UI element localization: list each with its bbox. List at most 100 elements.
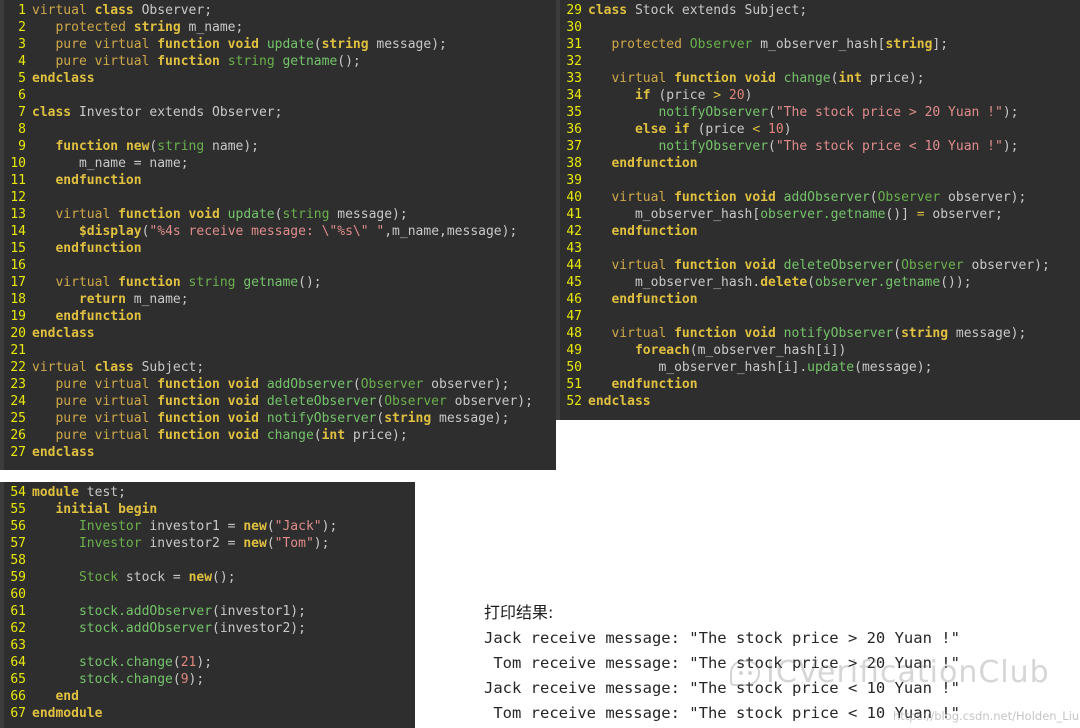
code-token: Observer bbox=[360, 377, 424, 392]
line-number: 23 bbox=[10, 377, 26, 392]
code-text: notifyObserver("The stock price > 20 Yua… bbox=[588, 104, 1080, 121]
code-line: 59 Stock stock = new(); bbox=[0, 569, 415, 586]
code-text: end bbox=[32, 688, 415, 705]
code-line: 31 protected Observer m_observer_hash[st… bbox=[556, 36, 1080, 53]
line-number: 5 bbox=[18, 71, 26, 86]
code-text: class Investor extends Observer; bbox=[32, 104, 556, 121]
code-token: endclass bbox=[32, 445, 95, 460]
code-line: 1 virtual class Observer; bbox=[0, 2, 556, 19]
output-title: 打印结果: bbox=[484, 603, 554, 622]
code-token: function void bbox=[674, 71, 776, 86]
line-number: 4 bbox=[18, 54, 26, 69]
code-token: deleteObserver bbox=[266, 394, 377, 409]
code-text: endfunction bbox=[32, 240, 556, 257]
line-number: 1 bbox=[18, 3, 26, 18]
code-token: notifyObserver bbox=[783, 326, 894, 341]
code-text: virtual function void change(int price); bbox=[588, 70, 1080, 87]
code-token: "The stock price > 20 Yuan !" bbox=[775, 105, 1003, 120]
line-number: 7 bbox=[18, 105, 26, 120]
code-text: endfunction bbox=[588, 155, 1080, 172]
code-line: 55 initial begin bbox=[0, 501, 415, 518]
code-line: 48 virtual function void notifyObserver(… bbox=[556, 325, 1080, 342]
line-number: 63 bbox=[10, 638, 26, 653]
code-token: price); bbox=[345, 428, 408, 443]
code-token: m_name; bbox=[125, 292, 189, 307]
code-line: 44 virtual function void deleteObserver(… bbox=[556, 257, 1080, 274]
code-token: function void bbox=[157, 377, 259, 392]
code-line: 40 virtual function void addObserver(Obs… bbox=[556, 189, 1080, 206]
code-token: end bbox=[55, 689, 79, 704]
code-token: observer); bbox=[940, 190, 1027, 205]
code-line: 63 bbox=[0, 637, 415, 654]
code-token: "Jack" bbox=[274, 519, 322, 534]
code-panel-observer[interactable]: 1 virtual class Observer; 2 protected stri… bbox=[0, 0, 556, 470]
code-line: 30 bbox=[556, 19, 1080, 36]
code-token: ( bbox=[352, 377, 361, 392]
code-panel-testbench[interactable]: 54 module test; 55 initial begin 56 Investo… bbox=[0, 482, 415, 728]
line-number: 58 bbox=[10, 553, 26, 568]
code-token: m_name; bbox=[180, 20, 244, 35]
code-token: Stock extends Subject; bbox=[627, 3, 808, 18]
code-token: string bbox=[227, 54, 275, 69]
code-token: protected bbox=[588, 37, 690, 52]
code-panel-stock[interactable]: 29 class Stock extends Subject; 30 31 prote… bbox=[556, 0, 1080, 420]
code-token: stock.addObserver bbox=[78, 604, 213, 619]
code-token: function bbox=[157, 54, 220, 69]
code-line: 51 endfunction bbox=[556, 376, 1080, 393]
line-number: 12 bbox=[10, 190, 26, 205]
code-text: virtual class Subject; bbox=[32, 359, 556, 376]
code-line: 57 Investor investor2 = new("Tom"); bbox=[0, 535, 415, 552]
line-number: 40 bbox=[566, 190, 582, 205]
code-text: m_observer_hash[observer.getname()] = ob… bbox=[588, 206, 1080, 223]
line-number: 6 bbox=[18, 88, 26, 103]
code-text: class Stock extends Subject; bbox=[588, 2, 1080, 19]
code-text: pure virtual function void change(int pr… bbox=[32, 427, 556, 444]
code-token: virtual bbox=[32, 207, 119, 222]
code-token: getname bbox=[243, 275, 299, 290]
code-token: string bbox=[384, 411, 432, 426]
code-token: return bbox=[78, 292, 126, 307]
code-line: 33 virtual function void change(int pric… bbox=[556, 70, 1080, 87]
line-number: 51 bbox=[566, 377, 582, 392]
line-number: 2 bbox=[18, 20, 26, 35]
code-line: 3 pure virtual function void update(stri… bbox=[0, 36, 556, 53]
code-token: endmodule bbox=[32, 706, 103, 721]
code-token: ); bbox=[1002, 105, 1019, 120]
line-number: 19 bbox=[10, 309, 26, 324]
line-number: 39 bbox=[566, 173, 582, 188]
code-line: 46 endfunction bbox=[556, 291, 1080, 308]
output-line: Jack receive message: "The stock price <… bbox=[484, 679, 960, 697]
code-line: 23 pure virtual function void addObserve… bbox=[0, 376, 556, 393]
code-token: module bbox=[32, 485, 79, 500]
code-token: Observer bbox=[384, 394, 447, 409]
code-token: endfunction bbox=[611, 292, 698, 307]
code-token: function void bbox=[157, 428, 259, 443]
code-line: 45 m_observer_hash.delete(observer.getna… bbox=[556, 274, 1080, 291]
code-token: new bbox=[188, 570, 213, 585]
line-number: 60 bbox=[10, 587, 26, 602]
code-token: protected bbox=[32, 20, 134, 35]
code-token: m_observer_hash. bbox=[588, 275, 761, 290]
code-line: 35 notifyObserver("The stock price > 20 … bbox=[556, 104, 1080, 121]
code-token: deleteObserver bbox=[783, 258, 894, 273]
code-line: 17 virtual function string getname(); bbox=[0, 274, 556, 291]
code-token: price); bbox=[861, 71, 925, 86]
code-token: function void bbox=[118, 207, 220, 222]
code-token: Observer bbox=[689, 37, 753, 52]
code-line: 34 if (price > 20) bbox=[556, 87, 1080, 104]
code-token: if bbox=[634, 88, 651, 103]
code-token: function void bbox=[157, 411, 259, 426]
code-token: endfunction bbox=[55, 309, 142, 324]
code-token: observer.getname bbox=[760, 207, 886, 222]
code-token: ( bbox=[266, 536, 275, 551]
code-text: if (price > 20) bbox=[588, 87, 1080, 104]
code-text: endfunction bbox=[32, 172, 556, 189]
line-number: 37 bbox=[566, 139, 582, 154]
